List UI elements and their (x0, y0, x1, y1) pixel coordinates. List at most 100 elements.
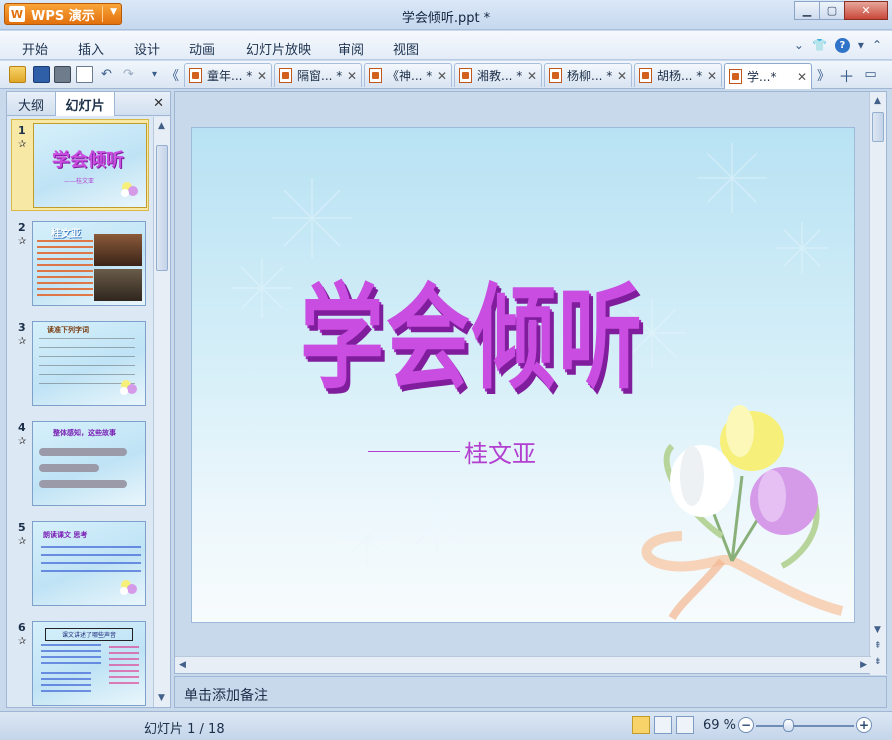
slide-thumbnail-list: 1 ✰ 学会倾听 ——桂文亚 2 ✰ 桂文亚 3 ✰ 读准下列字词 4 ✰ 整体… (7, 117, 153, 707)
close-button[interactable]: ✕ (844, 1, 888, 20)
undo-icon[interactable]: ↶ (98, 66, 115, 83)
scroll-left-icon[interactable]: ◀ (179, 660, 186, 670)
skin-icon[interactable]: 👕 (812, 38, 827, 53)
menu-animation[interactable]: 动画 (189, 39, 215, 58)
title-bar: W WPS 演示 ▼ 学会倾听.ppt * ▁ ▢ ✕ (0, 0, 892, 30)
slide-subtitle[interactable]: 桂文亚 (368, 434, 536, 469)
subtitle-dash (368, 451, 460, 452)
save-icon[interactable] (33, 66, 50, 83)
thumb-title: 学会倾听 (52, 150, 124, 171)
maximize-button[interactable]: ▢ (819, 1, 845, 20)
minimize-button[interactable]: ▁ (794, 1, 820, 20)
slide-sorter-view-icon[interactable] (654, 716, 672, 734)
close-icon[interactable]: ✕ (617, 69, 627, 83)
animation-star-icon: ✰ (18, 436, 27, 447)
menu-review[interactable]: 审阅 (338, 39, 364, 58)
flower-image (121, 182, 138, 197)
window-controls: ▁ ▢ ✕ (794, 1, 888, 20)
current-slide[interactable]: 学会倾听 桂文亚 (191, 127, 855, 623)
slide-thumbnail-4[interactable]: 4 ✰ 整体感知，这些故事 (7, 417, 153, 507)
notes-pane[interactable]: 单击添加备注 (174, 676, 887, 708)
slide-thumbnail-5[interactable]: 5 ✰ 朗读课文 思考 (7, 517, 153, 607)
scroll-thumb[interactable] (872, 112, 884, 142)
notes-placeholder[interactable]: 单击添加备注 (184, 685, 268, 705)
ppt-file-icon (459, 68, 472, 83)
flower-image (120, 580, 137, 595)
menu-slideshow[interactable]: 幻灯片放映 (246, 39, 311, 58)
editor-vertical-scrollbar[interactable]: ▲ ▼ ⇞ ⇟ (869, 92, 886, 675)
menu-design[interactable]: 设计 (134, 39, 160, 58)
ppt-file-icon (369, 68, 382, 83)
scroll-right-icon[interactable]: ▶ (860, 660, 867, 670)
editor-horizontal-scrollbar[interactable]: ◀ ▶ (175, 656, 871, 673)
doc-tab-5[interactable]: 杨柳... * ✕ (544, 63, 632, 87)
zoom-slider-knob[interactable] (783, 719, 794, 732)
redo-icon[interactable]: ↷ (120, 66, 137, 83)
maximize-icon: ▢ (826, 4, 838, 17)
zoom-level: 69 % (703, 718, 737, 733)
close-icon[interactable]: ✕ (257, 69, 267, 83)
doc-tab-7-active[interactable]: 学...* ✕ (724, 63, 812, 89)
thumb-title: 课文讲述了哪些声音 (45, 628, 133, 641)
scroll-down-icon[interactable]: ▼ (158, 693, 165, 703)
slide-thumbnail-6[interactable]: 6 ✰ 课文讲述了哪些声音 (7, 617, 153, 707)
photo-image (94, 234, 142, 266)
print-icon[interactable] (54, 66, 71, 83)
tab-outline[interactable]: 大纲 (7, 92, 55, 116)
expand-icon[interactable]: ⌃ (872, 38, 882, 53)
slide-thumbnail-2[interactable]: 2 ✰ 桂文亚 (7, 217, 153, 307)
tabs-scroll-right-icon[interactable]: 》 (815, 66, 832, 84)
slides-panel: 大纲 幻灯片 ✕ 1 ✰ 学会倾听 ——桂文亚 2 ✰ 桂文亚 3 ✰ 读准下列… (6, 91, 171, 708)
zoom-slider-track[interactable] (756, 725, 854, 727)
close-icon[interactable]: ✕ (347, 69, 357, 83)
flower-image (120, 380, 137, 395)
next-slide-icon[interactable]: ⇟ (874, 657, 882, 667)
animation-star-icon: ✰ (18, 236, 27, 247)
scroll-thumb[interactable] (156, 145, 168, 271)
scroll-up-icon[interactable]: ▲ (158, 121, 165, 131)
doc-tab-6[interactable]: 胡杨... * ✕ (634, 63, 722, 87)
print-preview-icon[interactable] (76, 66, 93, 83)
close-icon[interactable]: ✕ (707, 69, 717, 83)
menu-start[interactable]: 开始 (22, 39, 48, 58)
previous-slide-icon[interactable]: ⇞ (874, 641, 882, 651)
slide-thumbnail-1[interactable]: 1 ✰ 学会倾听 ——桂文亚 (11, 119, 149, 211)
doc-tab-4[interactable]: 湘教... * ✕ (454, 63, 542, 87)
photo-image (94, 269, 142, 301)
help-icon[interactable]: ? (834, 38, 850, 53)
menu-insert[interactable]: 插入 (78, 39, 104, 58)
close-icon[interactable]: ✕ (153, 96, 164, 111)
doc-tab-3[interactable]: 《神... * ✕ (364, 63, 452, 87)
status-bar: 幻灯片 1 / 18 69 % − + (0, 711, 892, 740)
thumbnail-scrollbar[interactable]: ▲ ▼ (153, 117, 170, 707)
close-icon[interactable]: ✕ (797, 70, 807, 84)
thumb-title: 整体感知，这些故事 (53, 429, 116, 437)
slideshow-view-icon[interactable] (676, 716, 694, 734)
slide-counter: 幻灯片 1 / 18 (144, 722, 225, 737)
open-folder-icon[interactable] (9, 66, 26, 83)
scroll-up-icon[interactable]: ▲ (874, 96, 881, 106)
tabs-scroll-left-icon[interactable]: 《 (164, 66, 181, 84)
chevron-down-icon[interactable]: ▾ (858, 38, 864, 53)
scroll-down-icon[interactable]: ▼ (874, 625, 881, 635)
ppt-file-icon (639, 68, 652, 83)
slide-title[interactable]: 学会倾听 (300, 248, 644, 411)
menu-view[interactable]: 视图 (393, 39, 419, 58)
zoom-in-button[interactable]: + (856, 717, 872, 733)
doc-tab-2[interactable]: 隔窗... * ✕ (274, 63, 362, 87)
customize-toolbar-icon[interactable]: ▾ (146, 66, 163, 83)
slide-editor: 学会倾听 桂文亚 ▲ ▼ ⇞ ⇟ ◀ ▶ (174, 91, 887, 675)
zoom-out-button[interactable]: − (738, 717, 754, 733)
new-tab-icon[interactable]: ＋ (838, 66, 855, 86)
tab-list-icon[interactable]: ▭ (862, 66, 879, 83)
tulip-bouquet-image (641, 405, 844, 621)
slide-thumbnail-3[interactable]: 3 ✰ 读准下列字词 (7, 317, 153, 407)
quick-toolbar: ↶ ↷ ▾ 《 童年... * ✕ 隔窗... * ✕ 《神... * ✕ 湘教… (0, 61, 892, 89)
close-icon[interactable]: ✕ (527, 69, 537, 83)
tab-slides[interactable]: 幻灯片 (55, 92, 115, 116)
doc-tab-1[interactable]: 童年... * ✕ (184, 63, 272, 87)
close-icon[interactable]: ✕ (437, 69, 447, 83)
menu-bar: 开始 插入 设计 动画 幻灯片放映 审阅 视图 ⌄ 👕 ? ▾ ⌃ (0, 31, 892, 60)
normal-view-icon[interactable] (632, 716, 650, 734)
chevron-down-icon[interactable]: ⌄ (794, 38, 804, 53)
